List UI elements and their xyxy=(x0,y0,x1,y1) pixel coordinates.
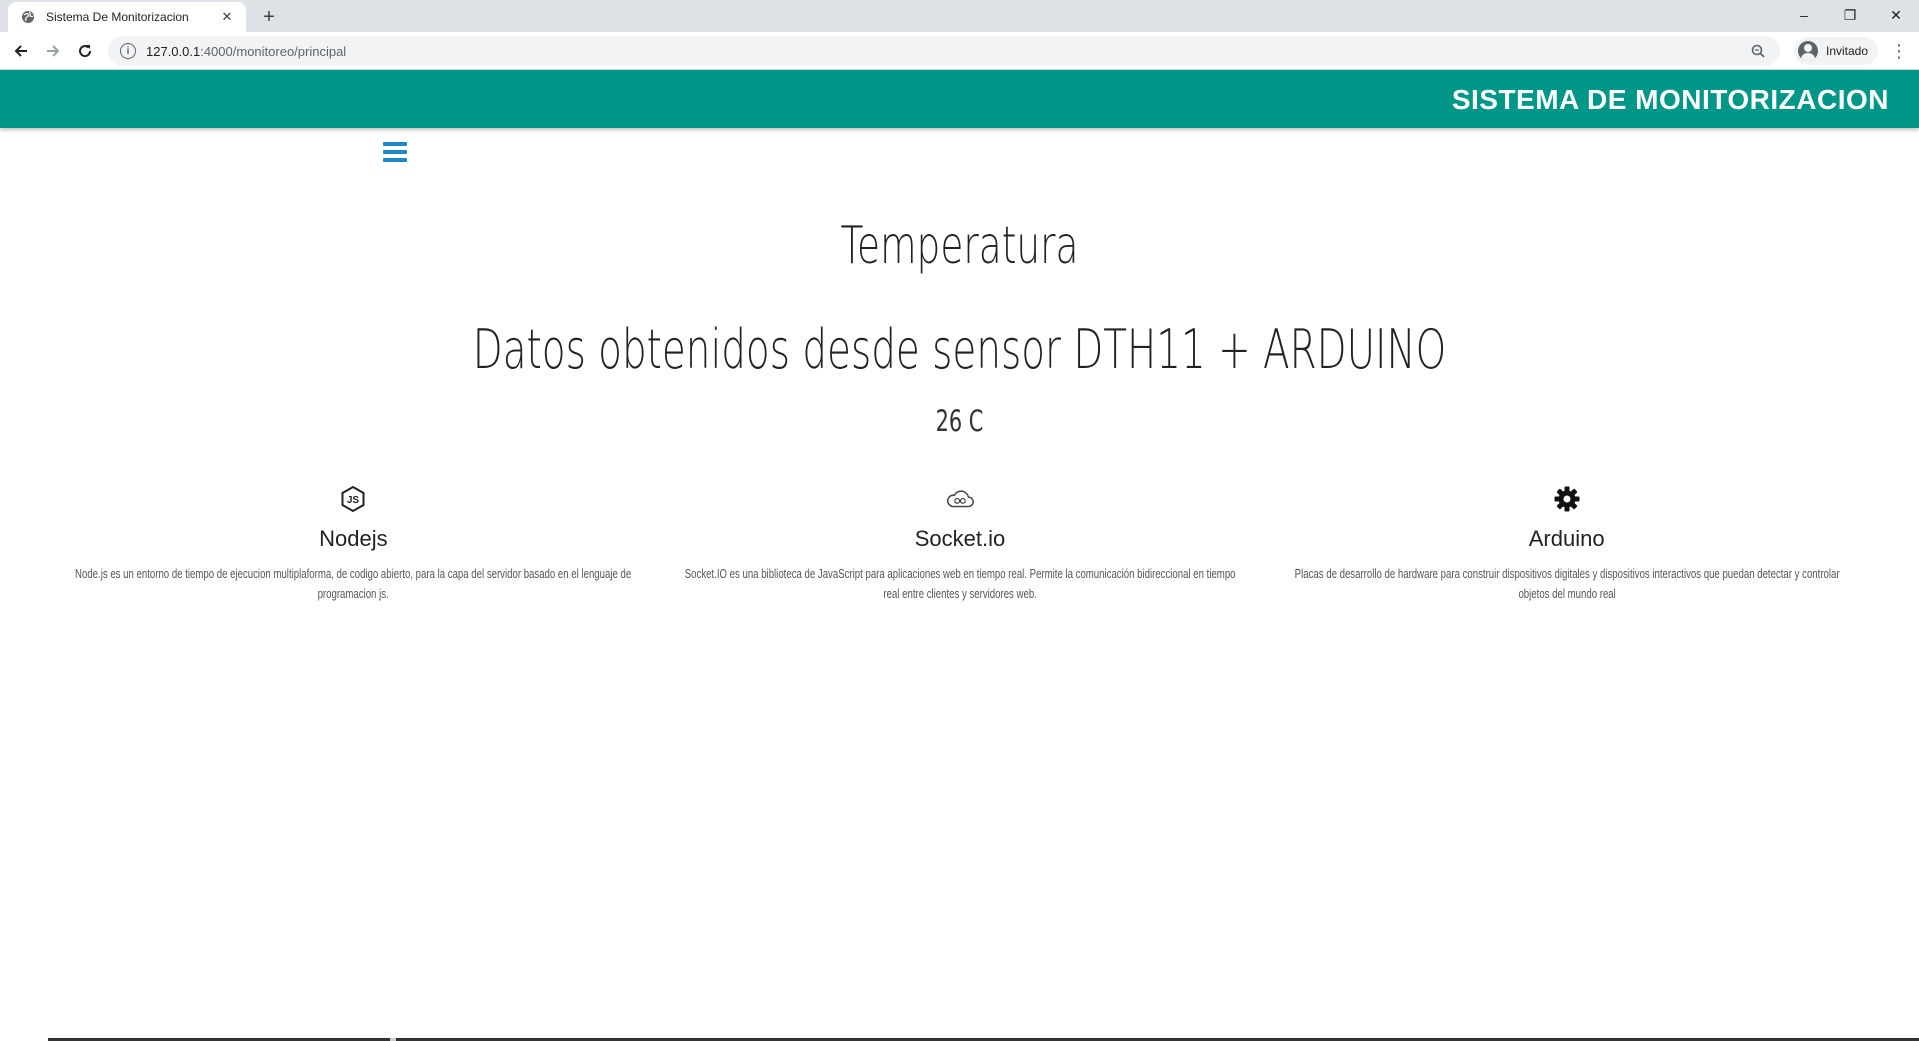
gear-icon xyxy=(1552,484,1582,514)
tab-title: Sistema De Monitorizacion xyxy=(46,10,189,24)
forward-button[interactable] xyxy=(38,36,68,66)
globe-icon xyxy=(20,9,36,25)
feature-description: Socket.IO es una biblioteca de JavaScrip… xyxy=(684,566,1236,601)
arrow-left-icon xyxy=(14,45,27,57)
browser-tab[interactable]: Sistema De Monitorizacion ✕ xyxy=(8,2,246,32)
feature-description: Node.js es un entorno de tiempo de ejecu… xyxy=(75,566,632,601)
info-icon[interactable]: i xyxy=(120,43,136,59)
arrow-right-icon xyxy=(47,45,60,57)
reload-icon xyxy=(79,45,92,58)
profile-label: Invitado xyxy=(1826,44,1869,58)
feature-nodejs: JS Nodejs Node.js es un entorno de tiemp… xyxy=(50,484,657,624)
window-controls: – ❐ ✕ xyxy=(1781,0,1919,30)
tab-strip: Sistema De Monitorizacion ✕ + – ❐ ✕ xyxy=(0,0,1919,32)
cloud-icon xyxy=(945,484,975,514)
close-window-button[interactable]: ✕ xyxy=(1873,0,1919,30)
zoom-icon[interactable] xyxy=(1748,41,1768,61)
hamburger-menu-icon[interactable] xyxy=(383,140,407,164)
svg-text:JS: JS xyxy=(347,495,360,506)
restore-button[interactable]: ❐ xyxy=(1827,0,1873,30)
url-path: :4000/monitoreo/principal xyxy=(200,43,347,59)
url-text[interactable]: 127.0.0.1:4000/monitoreo/principal xyxy=(146,44,1748,59)
page-title: Temperatura xyxy=(840,216,1079,276)
new-tab-button[interactable]: + xyxy=(256,4,282,30)
page-subtitle: Datos obtenidos desde sensor DTH11 + ARD… xyxy=(472,318,1447,381)
close-tab-icon[interactable]: ✕ xyxy=(218,8,236,26)
feature-name: Arduino xyxy=(1528,526,1605,551)
features-row: JS Nodejs Node.js es un entorno de tiemp… xyxy=(50,484,1870,624)
feature-name: Socket.io xyxy=(914,526,1006,551)
feature-socketio: Socket.io Socket.IO es una biblioteca de… xyxy=(657,484,1264,624)
address-bar[interactable]: i 127.0.0.1:4000/monitoreo/principal xyxy=(108,36,1780,66)
reload-button[interactable] xyxy=(70,36,100,66)
minimize-button[interactable]: – xyxy=(1781,0,1827,30)
temperature-reading: 26 C xyxy=(935,404,984,438)
feature-description: Placas de desarrollo de hardware para co… xyxy=(1294,566,1840,601)
browser-toolbar: i 127.0.0.1:4000/monitoreo/principal Inv… xyxy=(0,32,1919,70)
app-header: SISTEMA DE MONITORIZACION xyxy=(0,70,1919,128)
back-button[interactable] xyxy=(6,36,36,66)
url-host: 127.0.0.1 xyxy=(146,43,201,59)
profile-button[interactable]: Invitado xyxy=(1794,37,1879,65)
app-title: SISTEMA DE MONITORIZACION xyxy=(1451,84,1889,115)
feature-name: Nodejs xyxy=(319,526,388,551)
avatar xyxy=(1798,41,1818,61)
browser-menu-icon[interactable]: ⋮ xyxy=(1887,37,1911,65)
nodejs-icon: JS xyxy=(338,484,368,514)
feature-arduino: Arduino Placas de desarrollo de hardware… xyxy=(1263,484,1870,624)
